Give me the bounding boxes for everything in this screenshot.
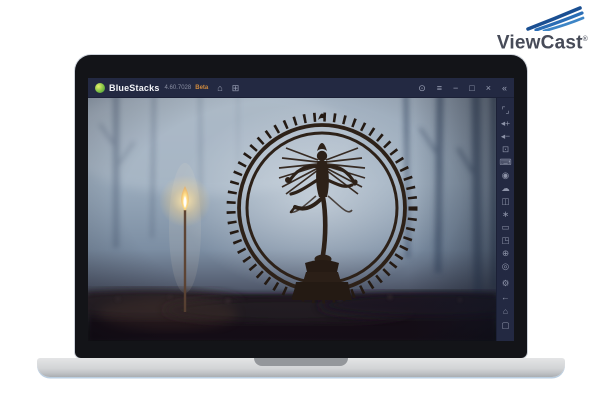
cloud-sync-icon[interactable]: ☁ [497,184,514,193]
keyboard-controls-icon[interactable]: ⌨ [497,158,514,167]
minimize-button[interactable]: − [453,83,458,93]
bluestacks-logo-icon [95,82,105,93]
volume-up-icon[interactable]: ◂+ [497,119,514,128]
viewcast-swoosh-icon [526,6,585,31]
nataraja-scene-image [88,98,496,341]
multi-window-icon[interactable]: ◳ [497,236,514,245]
camera-icon[interactable]: ◫ [497,197,514,206]
bluestacks-window: BlueStacks 4.60.7028 Beta ⌂ ⊞ ⊙ ≡ − □ × … [88,78,514,341]
viewcast-wordmark: ViewCast® [496,32,588,54]
registered-mark: ® [582,36,588,43]
laptop-base [37,358,565,377]
shake-icon[interactable]: ∗ [497,210,514,219]
app-version: 4.60.7028 [164,84,192,91]
menu-icon[interactable]: ≡ [437,83,442,93]
viewcast-logo: ViewCast® [468,5,588,52]
record-icon[interactable]: ◉ [497,171,514,180]
maximize-button[interactable]: □ [469,83,474,93]
back-icon[interactable]: ← [497,293,514,302]
screenshot-icon[interactable]: ⊡ [497,145,514,154]
help-icon[interactable]: ⊙ [418,83,426,93]
emulator-screen[interactable] [88,98,496,341]
recent-apps-icon[interactable]: ▢ [497,321,514,330]
laptop-screen-bezel: BlueStacks 4.60.7028 Beta ⌂ ⊞ ⊙ ≡ − □ × … [75,55,527,358]
location-icon[interactable]: ⊕ [497,249,514,258]
window-body: ⌜⌟ ◂+ ◂− ⊡ ⌨ ◉ ☁ ◫ ∗ ▭ ◳ ⊕ ◎ ⚙ ← ⌂ ▢ [88,98,514,341]
fullscreen-icon[interactable]: ⌜⌟ [497,106,514,115]
home-icon[interactable]: ⌂ [217,83,222,93]
media-folder-icon[interactable]: ▭ [497,223,514,232]
collapse-sidebar-icon[interactable]: « [502,83,507,93]
settings-gear-icon[interactable]: ⚙ [497,279,514,288]
macro-icon[interactable]: ◎ [497,262,514,271]
laptop-mockup: ViewCast® BlueStacks 4.60.7028 Beta ⌂ ⊞ … [0,0,602,414]
multi-instance-icon[interactable]: ⊞ [232,83,240,93]
android-home-icon[interactable]: ⌂ [497,307,514,316]
beta-badge: Beta [195,84,209,91]
app-title: BlueStacks [109,82,160,93]
close-button[interactable]: × [486,83,491,93]
volume-down-icon[interactable]: ◂− [497,132,514,141]
bluestacks-titlebar: BlueStacks 4.60.7028 Beta ⌂ ⊞ ⊙ ≡ − □ × … [88,78,514,98]
laptop-base-notch [254,358,348,366]
side-toolbar: ⌜⌟ ◂+ ◂− ⊡ ⌨ ◉ ☁ ◫ ∗ ▭ ◳ ⊕ ◎ ⚙ ← ⌂ ▢ [496,98,514,341]
